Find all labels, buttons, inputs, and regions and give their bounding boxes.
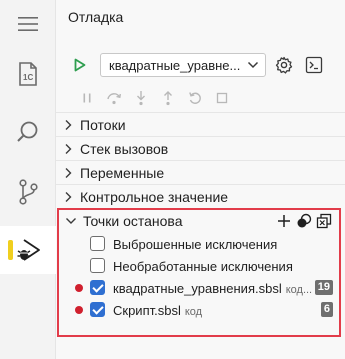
debug-config-toolbar: квадратные_уравне... — [68, 52, 326, 78]
chevron-down-icon — [247, 61, 259, 69]
explorer-button[interactable]: 1С — [0, 50, 56, 98]
remove-all-icon — [316, 213, 332, 229]
hamburger-icon — [18, 17, 38, 31]
breakpoint-line-badge: 6 — [320, 302, 333, 317]
section-watch[interactable]: Контрольное значение — [56, 184, 345, 208]
section-call-stack-label: Стек вызовов — [80, 140, 169, 157]
pause-icon — [83, 93, 91, 103]
debug-actions-toolbar — [76, 88, 238, 108]
file-1c-icon: 1С — [19, 62, 37, 86]
section-variables-label: Переменные — [80, 164, 165, 181]
breakpoint-file-1-sub: код... — [285, 283, 313, 296]
remove-all-breakpoints-button[interactable] — [315, 213, 333, 229]
chevron-right-icon — [62, 167, 74, 179]
breakpoint-row-caught-exceptions: Выброшенные исключения — [59, 233, 339, 255]
stop-icon — [216, 92, 228, 104]
step-over-button[interactable] — [103, 88, 125, 108]
terminal-icon — [305, 56, 323, 74]
launch-config-select[interactable]: квадратные_уравне... — [100, 53, 266, 77]
breakpoint-file-2-label: Скрипт.sbsl код — [113, 303, 202, 318]
chevron-right-icon — [62, 191, 74, 203]
source-control-button[interactable] — [0, 168, 56, 216]
breakpoint-row-file-2[interactable]: Скрипт.sbsl код 6 — [59, 299, 339, 321]
plus-icon — [278, 215, 290, 227]
restart-icon — [189, 92, 201, 104]
uncaught-exceptions-label: Необработанные исключения — [113, 258, 293, 274]
step-over-icon — [107, 93, 121, 105]
caught-exceptions-label: Выброшенные исключения — [113, 236, 278, 252]
search-icon — [17, 121, 38, 142]
open-launch-json-button[interactable] — [272, 53, 296, 77]
chevron-down-icon — [65, 217, 77, 225]
breakpoints-title: Точки останова — [83, 213, 183, 229]
breakpoint-row-file-1[interactable]: квадратные_уравнения.sbsl код... 19 — [59, 277, 339, 299]
toggle-breakpoints-icon — [297, 213, 312, 228]
section-watch-label: Контрольное значение — [80, 188, 229, 205]
section-call-stack[interactable]: Стек вызовов — [56, 136, 345, 160]
source-control-icon — [19, 179, 38, 205]
step-out-icon — [164, 91, 172, 106]
run-debug-icon — [17, 239, 40, 261]
start-debugging-button[interactable] — [68, 53, 92, 77]
step-into-button[interactable] — [130, 88, 152, 108]
panel-title: Отладка — [68, 9, 124, 25]
svg-text:1С: 1С — [23, 73, 33, 82]
pause-button[interactable] — [76, 88, 98, 108]
chevron-right-icon — [62, 143, 74, 155]
breakpoint-dot-icon — [75, 306, 83, 314]
chevron-right-icon — [62, 119, 74, 131]
uncaught-exceptions-checkbox[interactable] — [90, 258, 105, 273]
restart-button[interactable] — [184, 88, 206, 108]
step-out-button[interactable] — [157, 88, 179, 108]
play-icon — [74, 58, 86, 72]
breakpoint-file-2-name: Скрипт.sbsl — [113, 302, 181, 318]
toggle-breakpoints-button[interactable] — [295, 213, 313, 229]
breakpoint-file-2-sub: код — [184, 305, 203, 318]
breakpoints-header[interactable]: Точки останова — [59, 210, 339, 232]
gear-icon — [275, 56, 293, 74]
breakpoint-file-1-name: квадратные_уравнения.sbsl — [113, 280, 282, 296]
add-breakpoint-button[interactable] — [275, 213, 293, 229]
caught-exceptions-checkbox[interactable] — [90, 236, 105, 251]
active-indicator — [8, 240, 13, 260]
stop-button[interactable] — [211, 88, 233, 108]
section-threads-label: Потоки — [80, 116, 126, 133]
breakpoints-actions — [273, 213, 333, 229]
breakpoint-file-2-checkbox[interactable] — [90, 302, 105, 317]
breakpoints-section: Точки останова Выброшенные исключения Не… — [57, 208, 341, 337]
step-into-icon — [137, 91, 145, 106]
section-variables[interactable]: Переменные — [56, 160, 345, 184]
breakpoint-dot-icon — [75, 284, 83, 292]
breakpoint-file-1-label: квадратные_уравнения.sbsl код... — [113, 281, 312, 296]
breakpoint-line-badge: 19 — [314, 280, 333, 295]
section-threads[interactable]: Потоки — [56, 112, 345, 136]
breakpoint-file-1-checkbox[interactable] — [90, 280, 105, 295]
breakpoint-row-uncaught-exceptions: Необработанные исключения — [59, 255, 339, 277]
debug-console-button[interactable] — [302, 53, 326, 77]
search-button[interactable] — [0, 108, 56, 156]
launch-config-value: квадратные_уравне... — [109, 57, 241, 73]
menu-button[interactable] — [0, 0, 56, 48]
activity-bar: 1С — [0, 0, 56, 359]
